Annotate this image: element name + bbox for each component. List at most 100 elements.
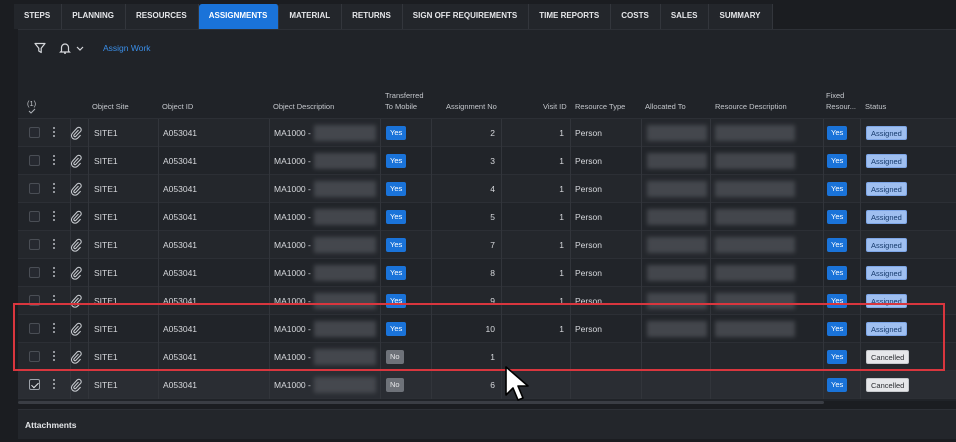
column-divider xyxy=(269,371,270,399)
column-divider xyxy=(88,175,89,203)
tab-costs[interactable]: COSTS xyxy=(611,4,661,29)
cell-object-id: A053041 xyxy=(163,184,198,194)
header-status[interactable]: Status xyxy=(865,101,886,112)
more-options-icon[interactable] xyxy=(53,155,56,167)
row-checkbox[interactable] xyxy=(29,239,40,250)
more-options-icon[interactable] xyxy=(53,211,56,223)
row-checkbox[interactable] xyxy=(29,211,40,222)
row-checkbox[interactable] xyxy=(29,267,40,278)
column-divider xyxy=(641,287,642,315)
header-object-id[interactable]: Object ID xyxy=(162,101,193,112)
column-divider xyxy=(860,203,861,231)
table-row[interactable]: SITE1 A053041 MA1000 - Yes 8 1 Person Yes Assign… xyxy=(18,259,956,287)
more-options-icon[interactable] xyxy=(53,379,56,391)
header-transferred-line1[interactable]: Transferred xyxy=(385,90,424,101)
header-allocated-to[interactable]: Allocated To xyxy=(645,101,686,112)
check-icon[interactable] xyxy=(28,108,36,114)
row-checkbox[interactable] xyxy=(29,183,40,194)
cell-visit-id: 1 xyxy=(559,268,564,278)
header-object-site[interactable]: Object Site xyxy=(92,101,129,112)
header-visit-id[interactable]: Visit ID xyxy=(543,101,567,112)
cell-object-site: SITE1 xyxy=(94,296,118,306)
more-options-icon[interactable] xyxy=(53,239,56,251)
cell-object-description: MA1000 - xyxy=(274,184,311,194)
column-divider xyxy=(269,203,270,231)
paperclip-icon[interactable] xyxy=(70,266,82,280)
paperclip-icon[interactable] xyxy=(70,182,82,196)
table-row[interactable]: SITE1 A053041 MA1000 - Yes 7 1 Person Yes Assign… xyxy=(18,231,956,259)
filter-icon[interactable] xyxy=(33,41,47,55)
more-options-icon[interactable] xyxy=(53,127,56,139)
cell-object-description: MA1000 - xyxy=(274,380,311,390)
paperclip-icon[interactable] xyxy=(70,154,82,168)
more-options-icon[interactable] xyxy=(53,183,56,195)
column-divider xyxy=(641,147,642,175)
chevron-down-icon[interactable] xyxy=(75,41,85,55)
redacted-description xyxy=(314,265,376,281)
column-divider xyxy=(158,119,159,147)
paperclip-icon[interactable] xyxy=(70,126,82,140)
row-checkbox[interactable] xyxy=(29,295,40,306)
redacted-allocated-to xyxy=(647,181,707,197)
header-fixed-line1[interactable]: Fixed xyxy=(826,90,844,101)
more-options-icon[interactable] xyxy=(53,323,56,335)
column-divider xyxy=(380,119,381,147)
tab-summary[interactable]: SUMMARY xyxy=(709,4,773,29)
more-options-icon[interactable] xyxy=(53,267,56,279)
assign-work-link[interactable]: Assign Work xyxy=(103,43,151,53)
table-row[interactable]: SITE1 A053041 MA1000 - Yes 2 1 Person Yes Assign… xyxy=(18,119,956,147)
cell-assignment-no: 10 xyxy=(485,324,495,334)
cell-object-description: MA1000 - xyxy=(274,240,311,250)
row-checkbox[interactable] xyxy=(29,323,40,334)
tab-assignments[interactable]: ASSIGNMENTS xyxy=(198,4,280,29)
paperclip-icon[interactable] xyxy=(70,238,82,252)
column-divider xyxy=(710,175,711,203)
column-divider xyxy=(570,371,571,399)
cell-resource-type: Person xyxy=(575,156,602,166)
table-row[interactable]: SITE1 A053041 MA1000 - No 1 Yes Cancelled xyxy=(18,343,956,371)
header-assignment-no[interactable]: Assignment No xyxy=(446,101,497,112)
tab-planning[interactable]: PLANNING xyxy=(62,4,127,29)
row-checkbox[interactable] xyxy=(29,155,40,166)
redacted-description xyxy=(314,125,376,141)
toolbar: Assign Work xyxy=(18,30,956,66)
row-checkbox[interactable] xyxy=(29,351,40,362)
table-row[interactable]: SITE1 A053041 MA1000 - No 6 Yes Cancelled xyxy=(18,371,956,399)
tab-resources[interactable]: RESOURCES xyxy=(126,4,199,29)
paperclip-icon[interactable] xyxy=(70,322,82,336)
column-divider xyxy=(380,147,381,175)
more-options-icon[interactable] xyxy=(53,295,56,307)
paperclip-icon[interactable] xyxy=(70,210,82,224)
header-transferred-line2[interactable]: To Mobile xyxy=(385,101,417,112)
paperclip-icon[interactable] xyxy=(70,378,82,392)
header-resource-type[interactable]: Resource Type xyxy=(575,101,625,112)
cell-visit-id: 1 xyxy=(559,156,564,166)
tab-returns[interactable]: RETURNS xyxy=(342,4,403,29)
table-row[interactable]: SITE1 A053041 MA1000 - Yes 4 1 Person Yes Assign… xyxy=(18,175,956,203)
column-divider xyxy=(710,287,711,315)
more-options-icon[interactable] xyxy=(53,351,56,363)
tab-sales[interactable]: SALES xyxy=(660,4,710,29)
horizontal-scrollbar[interactable] xyxy=(18,401,824,404)
tab-time-reports[interactable]: TIME REPORTS xyxy=(529,4,612,29)
column-divider xyxy=(269,343,270,371)
table-row[interactable]: SITE1 A053041 MA1000 - Yes 9 1 Person Yes Assign… xyxy=(18,287,956,315)
paperclip-icon[interactable] xyxy=(70,350,82,364)
header-resource-description[interactable]: Resource Description xyxy=(715,101,787,112)
redacted-description xyxy=(314,293,376,309)
bell-icon[interactable] xyxy=(58,41,72,55)
column-divider xyxy=(823,315,824,343)
tab-steps[interactable]: STEPS xyxy=(14,4,63,29)
paperclip-icon[interactable] xyxy=(70,294,82,308)
tab-sign-off-requirements[interactable]: SIGN OFF REQUIREMENTS xyxy=(402,4,530,29)
column-divider xyxy=(269,119,270,147)
table-row[interactable]: SITE1 A053041 MA1000 - Yes 5 1 Person Yes Assign… xyxy=(18,203,956,231)
header-fixed-line2[interactable]: Resour... xyxy=(826,101,856,112)
header-object-description[interactable]: Object Description xyxy=(273,101,334,112)
table-row[interactable]: SITE1 A053041 MA1000 - Yes 10 1 Person Yes Assig… xyxy=(18,315,956,343)
row-checkbox[interactable] xyxy=(29,127,40,138)
tab-material[interactable]: MATERIAL xyxy=(279,4,343,29)
row-checkbox[interactable] xyxy=(29,379,40,390)
attachments-section[interactable]: Attachments xyxy=(18,409,956,439)
table-row[interactable]: SITE1 A053041 MA1000 - Yes 3 1 Person Yes Assign… xyxy=(18,147,956,175)
